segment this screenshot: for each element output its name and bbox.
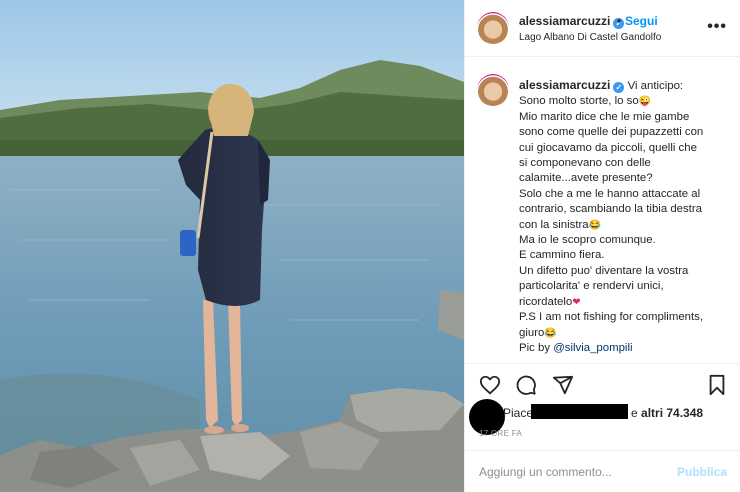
redacted-liker-name	[531, 404, 628, 419]
caption-line-9: contrario, scambiando la tibia destra	[519, 203, 702, 216]
bookmark-icon[interactable]	[706, 374, 728, 396]
comment-bar: Pubblica	[465, 450, 740, 492]
caption-text-line: ricordatelo	[519, 295, 573, 308]
caption-line-11: Ma io le scopro comunque.	[519, 234, 656, 247]
heart-icon[interactable]	[479, 374, 501, 396]
caption-line-10: con la sinistra😂	[519, 218, 734, 233]
caption-line-17: giuro😂	[519, 326, 734, 341]
caption-line-18: Pic by @silvia_pompili	[519, 341, 734, 356]
red-heart-emoji-icon: ❤	[572, 296, 581, 308]
mention-link[interactable]: @silvia_pompili	[553, 342, 632, 354]
caption-text: alessiamarcuzzi ✓ Vi anticipo: Sono molto…	[519, 78, 734, 356]
caption-line-6: si componevano con delle	[519, 157, 651, 170]
caption-line-3: Mio marito dice che le mie gambe	[519, 110, 690, 123]
caption-text-line: giuro	[519, 326, 545, 339]
caption-area: alessiamarcuzzi ✓ Vi anticipo: Sono molto…	[465, 58, 740, 364]
caption-line-4: sono come quelle dei pupazzetti con	[519, 126, 704, 139]
caption-line-13: Un difetto puo' diventare la vostra	[519, 264, 689, 277]
caption-username[interactable]: alessiamarcuzzi ✓	[519, 78, 625, 93]
caption-username-text[interactable]: alessiamarcuzzi	[519, 78, 610, 92]
share-icon[interactable]	[552, 374, 574, 396]
post-photo[interactable]	[0, 0, 464, 492]
caption-line-2: Sono molto storte, lo so😜	[519, 94, 734, 109]
caption-line-16: P.S I am not fishing for compliments,	[519, 311, 704, 324]
author-avatar[interactable]	[477, 12, 509, 44]
author-username[interactable]: alessiamarcuzzi ✓	[519, 14, 625, 29]
likes-count[interactable]: altri 74.348	[641, 406, 703, 420]
likes-prefix: Piace	[503, 406, 534, 420]
location-link[interactable]: Lago Albano Di Castel Gandolfo	[519, 32, 661, 43]
caption-line-7: calamite...avete presente?	[519, 172, 653, 185]
caption-line-14: particolarita' e rendervi unici,	[519, 280, 664, 293]
separator-dot: •	[617, 14, 622, 28]
comment-icon[interactable]	[515, 374, 537, 396]
likes-count-link[interactable]: e altri 74.348	[631, 406, 703, 420]
likes-conjunction: e	[631, 406, 638, 420]
publish-button[interactable]: Pubblica	[677, 465, 727, 479]
post-timestamp[interactable]: 17 ORE FA	[479, 429, 522, 438]
post-side-panel: alessiamarcuzzi ✓ • Segui Lago Albano Di …	[464, 0, 740, 492]
caption-text-line: Vi anticipo:	[627, 80, 684, 92]
more-options-icon[interactable]: •••	[707, 18, 727, 36]
follow-button[interactable]: Segui	[625, 14, 658, 28]
caption-text-line: con la sinistra	[519, 218, 589, 231]
wink-emoji-icon: 😜	[638, 96, 652, 108]
caption-text-line: Pic by	[519, 341, 551, 354]
caption-verified-badge-icon: ✓	[613, 82, 625, 93]
caption-line-1: alessiamarcuzzi ✓ Vi anticipo:	[519, 78, 734, 94]
laugh-emoji-icon: 😂	[544, 327, 557, 339]
likes-row: Piace e altri 74.348	[465, 398, 740, 435]
post-header: alessiamarcuzzi ✓ • Segui Lago Albano Di …	[465, 0, 740, 57]
caption-line-12: E cammino fiera.	[519, 249, 605, 262]
laugh-emoji-icon: 😂	[588, 219, 602, 231]
caption-line-8: Solo che a me le hanno attaccate al	[519, 187, 701, 200]
author-username-text[interactable]: alessiamarcuzzi	[519, 14, 610, 28]
caption-line-15: ricordatelo❤	[519, 295, 734, 310]
action-bar	[465, 370, 740, 398]
caption-author-avatar[interactable]	[477, 74, 509, 106]
caption-text-line: Sono molto storte, lo so	[519, 95, 639, 108]
comment-input[interactable]	[479, 463, 669, 481]
caption-line-5: cui giocavamo da piccoli, quelli che	[519, 141, 697, 154]
